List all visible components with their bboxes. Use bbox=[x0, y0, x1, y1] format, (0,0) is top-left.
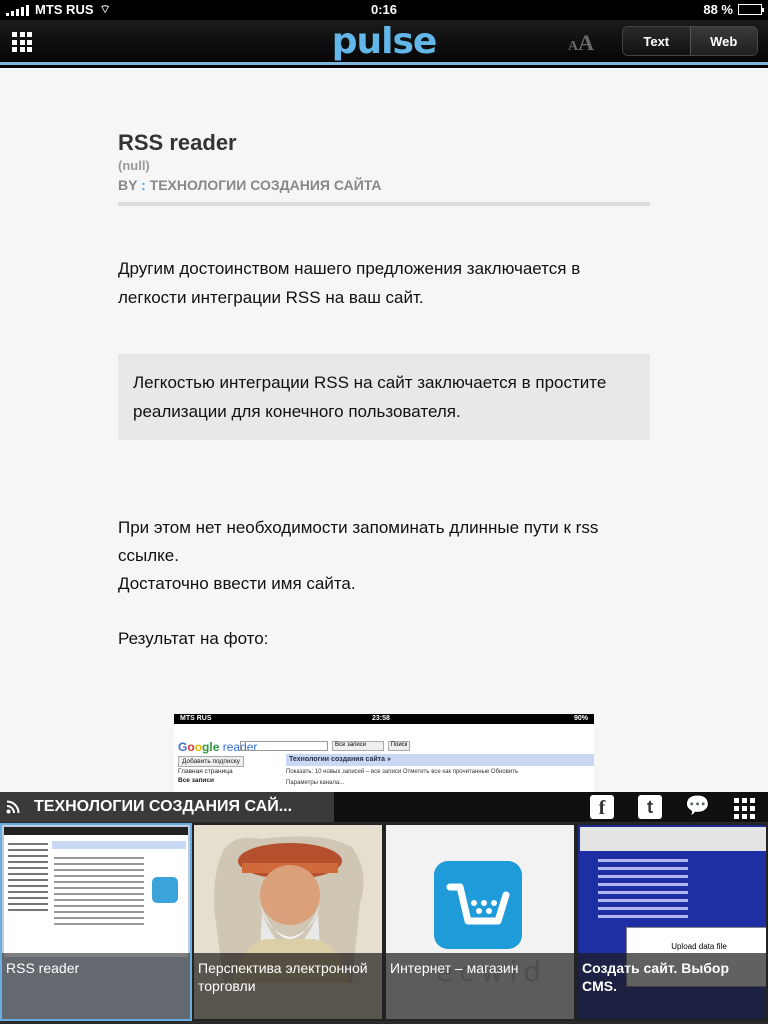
photo-side-item: Все записи bbox=[178, 777, 215, 784]
thumbnail-rss-reader[interactable]: RSS reader bbox=[0, 823, 192, 1021]
grid-view-icon[interactable] bbox=[731, 795, 755, 819]
text-mode-button[interactable]: Text bbox=[623, 27, 690, 55]
byline-colon: : bbox=[141, 177, 146, 193]
photo-add-subscription: Добавить подписку bbox=[178, 756, 244, 767]
article-paragraph: При этом нет необходимости запоминать дл… bbox=[118, 514, 650, 598]
thumbnail-cms[interactable]: Upload data file Создать сайт. Выбор CMS… bbox=[576, 823, 768, 1021]
rss-icon bbox=[6, 800, 20, 814]
battery-icon bbox=[738, 4, 764, 15]
status-bar: MTS RUS ⌔ 0:16 88 % bbox=[0, 0, 768, 20]
photo-status-bar: MTS RUS 23:58 90% bbox=[174, 714, 594, 724]
article-paragraph: Другим достоинством нашего предложения з… bbox=[118, 259, 581, 307]
photo-search-box bbox=[240, 741, 328, 751]
top-toolbar: pulse AA Text Web bbox=[0, 20, 768, 65]
byline-source[interactable]: ТЕХНОЛОГИИ СОЗДАНИЯ САЙТА bbox=[150, 177, 382, 193]
photo-row: Параметры канала... bbox=[286, 780, 345, 786]
battery-info: 88 % bbox=[703, 2, 764, 17]
photo-search-button: Поиск bbox=[388, 741, 410, 751]
photo-battery: 90% bbox=[573, 715, 588, 722]
web-mode-button[interactable]: Web bbox=[689, 27, 757, 55]
view-mode-toggle: Text Web bbox=[622, 26, 758, 56]
source-overlay-bar: ТЕХНОЛОГИИ СОЗДАНИЯ САЙ... f t 💬 bbox=[0, 792, 768, 822]
photo-feed-bar: Технологии создания сайта » bbox=[286, 754, 594, 766]
facebook-icon[interactable]: f bbox=[590, 795, 614, 819]
photo-sidebar: Добавить подписку Главная страница Все з… bbox=[178, 756, 282, 785]
article-image[interactable]: MTS RUS 23:58 90% Google reader Все запи… bbox=[174, 714, 594, 792]
thumbnail-caption: Перспектива электронной торговли bbox=[194, 953, 382, 1019]
photo-time: 23:58 bbox=[372, 715, 390, 722]
article-view[interactable]: RSS reader (null) BY : ТЕХНОЛОГИИ СОЗДАН… bbox=[0, 68, 768, 792]
thumbnail-ecommerce[interactable]: Перспектива электронной торговли bbox=[192, 823, 384, 1021]
clock: 0:16 bbox=[370, 2, 398, 17]
thumbnail-caption: Создать сайт. Выбор CMS. bbox=[578, 953, 766, 1019]
comment-icon[interactable]: 💬 bbox=[685, 795, 710, 819]
thumbnail-caption: Интернет – магазин bbox=[386, 953, 574, 1019]
thumbnail-caption: RSS reader bbox=[2, 953, 190, 1019]
photo-row: Показать: 10 новых записей – все записи … bbox=[286, 769, 519, 775]
paragraph-line: При этом нет необходимости запоминать дл… bbox=[118, 518, 599, 565]
twitter-icon[interactable]: t bbox=[638, 795, 662, 819]
photo-select: Все записи bbox=[332, 741, 384, 751]
cart-icon bbox=[446, 883, 510, 925]
ecwid-logo bbox=[434, 861, 522, 949]
text-size-large-glyph: A bbox=[578, 30, 595, 55]
thumbnail-strip: RSS reader Перспектива электронной торго… bbox=[0, 822, 768, 1024]
thumbnail-online-store[interactable]: ecwid Интернет – магазин bbox=[384, 823, 576, 1021]
thumbnail-image bbox=[4, 827, 188, 957]
article-byline: BY : ТЕХНОЛОГИИ СОЗДАНИЯ САЙТА bbox=[118, 177, 382, 193]
paragraph-line: Достаточно ввести имя сайта. bbox=[118, 574, 356, 593]
source-name: ТЕХНОЛОГИИ СОЗДАНИЯ САЙ... bbox=[34, 798, 293, 815]
header-divider bbox=[118, 202, 650, 206]
source-tab[interactable]: ТЕХНОЛОГИИ СОЗДАНИЯ САЙ... bbox=[0, 792, 334, 822]
photo-side-item: Главная страница bbox=[178, 768, 233, 775]
battery-percent: 88 % bbox=[703, 2, 733, 17]
text-size-button[interactable]: AA bbox=[568, 30, 594, 56]
article-blockquote: Легкостью интеграции RSS на сайт заключа… bbox=[118, 354, 650, 440]
photo-carrier: MTS RUS bbox=[180, 715, 212, 722]
article-paragraph: Результат на фото: bbox=[118, 629, 269, 648]
article-subtitle: (null) bbox=[118, 158, 150, 173]
text-size-small-glyph: A bbox=[568, 39, 579, 54]
article-title: RSS reader bbox=[118, 130, 237, 155]
byline-prefix: BY bbox=[118, 177, 138, 193]
